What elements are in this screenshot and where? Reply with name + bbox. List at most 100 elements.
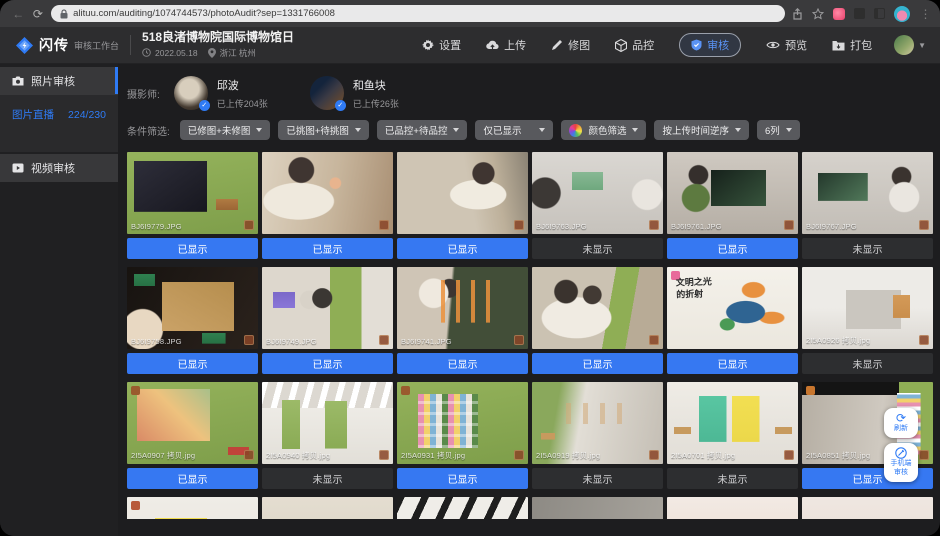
photo-status-button[interactable]: 未显示 — [262, 468, 393, 489]
nav-qc[interactable]: 品控 — [615, 37, 654, 53]
filter-retouch-dropdown[interactable]: 已修图+未修图 — [180, 120, 271, 140]
photo-status-button[interactable]: 未显示 — [802, 238, 933, 259]
active-section-indicator — [115, 67, 118, 94]
browser-menu-icon[interactable]: ⋮ — [919, 8, 932, 20]
photo-status-button[interactable]: 已显示 — [127, 238, 258, 259]
photo-filename: 2I5A0940 拷贝.jpg — [266, 450, 330, 461]
filter-sort-dropdown[interactable]: 按上传时间逆序 — [654, 120, 749, 140]
filter-qc-dropdown[interactable]: 已品控+待品控 — [377, 120, 468, 140]
nav-preview[interactable]: 预览 — [766, 37, 807, 53]
nav-review[interactable]: 审核 — [679, 33, 741, 57]
sidebar-item-video-review[interactable]: 视频审核 — [0, 154, 118, 182]
photo-card — [397, 497, 528, 519]
photo-status-button[interactable]: 已显示 — [397, 353, 528, 374]
photo-thumb[interactable] — [532, 267, 663, 349]
photo-status-button[interactable]: 已显示 — [667, 238, 798, 259]
photo-card: 2I5A0926 拷贝.jpg 未显示 — [802, 267, 933, 374]
reload-icon[interactable]: ⟳ — [32, 8, 45, 20]
photo-thumb[interactable]: 2I5A0926 拷贝.jpg — [802, 267, 933, 349]
photo-status-button[interactable]: 已显示 — [262, 238, 393, 259]
photographer-card[interactable]: ✓ 邱波 已上传204张 — [174, 76, 268, 110]
photo-thumb[interactable]: BJ6I9758.JPG — [127, 267, 258, 349]
photo-status-button[interactable]: 未显示 — [532, 468, 663, 489]
filter-columns-dropdown[interactable]: 6列 — [757, 120, 800, 140]
event-date: 2022.05.18 — [155, 48, 198, 58]
sidebar-item-label: 照片审核 — [31, 73, 75, 89]
gear-icon — [422, 39, 434, 51]
photo-thumb[interactable] — [532, 497, 663, 519]
bookmark-star-icon[interactable] — [812, 8, 824, 20]
nav-settings[interactable]: 设置 — [422, 37, 461, 53]
photo-count-badge: 224/230 — [68, 109, 106, 121]
photo-thumb[interactable]: 2I5A0940 拷贝.jpg — [262, 382, 393, 464]
photo-status-button[interactable]: 已显示 — [127, 468, 258, 489]
mobile-review-button[interactable]: 手机端 审核 — [884, 443, 918, 482]
photo-thumb[interactable]: BJ6I9763.JPG — [532, 152, 663, 234]
check-badge-icon: ✓ — [199, 100, 210, 111]
photo-thumb[interactable] — [397, 497, 528, 519]
photo-thumb[interactable] — [667, 497, 798, 519]
dropdown-value: 6列 — [765, 123, 780, 137]
nav-retouch[interactable]: 修图 — [551, 37, 590, 53]
photo-thumb[interactable] — [127, 497, 258, 519]
caret-down-icon — [355, 128, 361, 132]
photo-card: 2I5A0907 拷贝.jpg 已显示 — [127, 382, 258, 489]
refresh-button[interactable]: ⟳ 刷新 — [884, 408, 918, 438]
caret-down-icon — [539, 128, 545, 132]
nav-upload[interactable]: 上传 — [486, 37, 526, 53]
photo-status-button[interactable]: 已显示 — [127, 353, 258, 374]
photo-status-button[interactable]: 未显示 — [802, 353, 933, 374]
extension-icon-pink[interactable] — [833, 8, 845, 20]
photo-status-button[interactable]: 未显示 — [667, 468, 798, 489]
filter-pick-dropdown[interactable]: 已挑图+待挑图 — [278, 120, 369, 140]
photo-stamp-icon — [649, 220, 659, 230]
photo-thumb[interactable] — [802, 497, 933, 519]
photo-thumb[interactable]: BJ6I9767.JPG — [802, 152, 933, 234]
photo-thumb[interactable]: BJ6I9741.JPG — [397, 267, 528, 349]
photo-thumb[interactable]: 文明之光 的折射 — [667, 267, 798, 349]
nav-package[interactable]: 打包 — [832, 37, 872, 53]
sidebar-item-photo-live[interactable]: 图片直播 224/230 — [12, 107, 106, 122]
photo-thumb[interactable] — [397, 152, 528, 234]
photo-stamp-icon — [379, 450, 389, 460]
filter-visibility-dropdown[interactable]: 仅已显示 — [475, 120, 553, 140]
photo-status-button[interactable]: 已显示 — [397, 238, 528, 259]
back-icon[interactable]: ← — [12, 8, 25, 20]
photo-stamp-icon — [919, 220, 929, 230]
caret-down-icon — [632, 128, 638, 132]
photo-thumb[interactable] — [262, 152, 393, 234]
nav-label: 预览 — [785, 37, 807, 53]
photo-thumb[interactable]: BJ6I9761.JPG — [667, 152, 798, 234]
side-panel-icon[interactable] — [874, 8, 885, 19]
browser-profile-avatar[interactable] — [894, 6, 910, 22]
photographer-card[interactable]: ✓ 和鱼块 已上传26张 — [310, 76, 399, 110]
photographer-avatar: ✓ — [174, 76, 208, 110]
photo-stamp-icon — [379, 220, 389, 230]
photo-thumb[interactable]: 2I5A0907 拷贝.jpg — [127, 382, 258, 464]
photo-thumb[interactable]: 2I5A0919 拷贝.jpg — [532, 382, 663, 464]
photo-thumb[interactable]: 2I5A0931 拷贝.jpg — [397, 382, 528, 464]
photo-status-button[interactable]: 已显示 — [262, 353, 393, 374]
photo-card: BJ6I9779.JPG 已显示 — [127, 152, 258, 259]
cube-icon — [615, 39, 627, 52]
photo-status-button[interactable]: 已显示 — [667, 353, 798, 374]
photo-filename: BJ6I9741.JPG — [401, 337, 452, 346]
share-icon[interactable] — [792, 8, 803, 20]
photo-stamp-icon — [649, 335, 659, 345]
extensions-puzzle-icon[interactable] — [854, 8, 865, 19]
photo-thumb[interactable]: BJ6I9779.JPG — [127, 152, 258, 234]
photo-status-button[interactable]: 已显示 — [397, 468, 528, 489]
photo-thumb[interactable]: 2I5A0701 拷贝.jpg — [667, 382, 798, 464]
url-bar[interactable]: alituu.com/auditing/1074744573/photoAudi… — [51, 5, 785, 22]
photo-filename: BJ6I9767.JPG — [806, 222, 857, 231]
user-avatar[interactable] — [894, 35, 914, 55]
sidebar-item-photo-review[interactable]: 照片审核 — [0, 67, 118, 95]
nav-label: 品控 — [632, 37, 654, 53]
photo-thumb[interactable]: BJ6I9749.JPG — [262, 267, 393, 349]
photo-status-button[interactable]: 已显示 — [532, 353, 663, 374]
photo-status-button[interactable]: 未显示 — [532, 238, 663, 259]
photo-thumb[interactable] — [262, 497, 393, 519]
photo-flag-badge — [131, 386, 140, 395]
filter-color-dropdown[interactable]: 颜色筛选 — [561, 120, 646, 140]
chevron-down-icon[interactable]: ▼ — [918, 41, 926, 50]
